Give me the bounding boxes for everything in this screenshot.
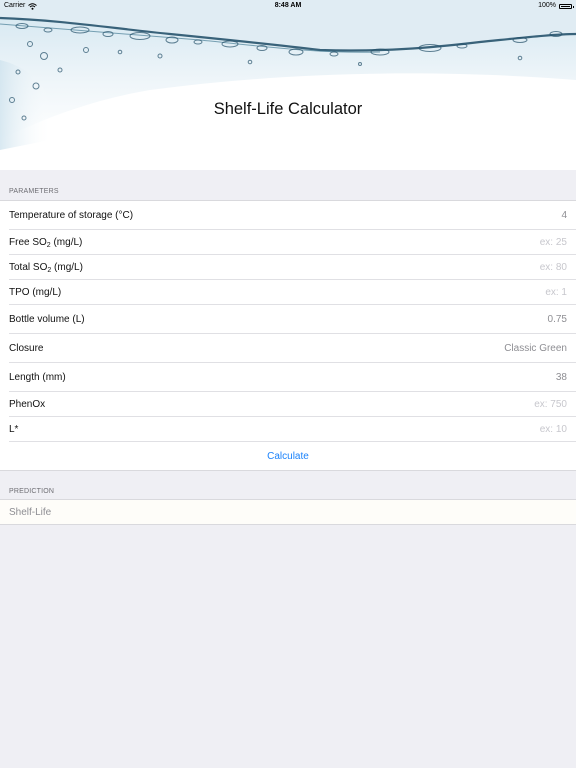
temperature-input[interactable] <box>447 210 567 221</box>
row-l-star[interactable]: L* <box>0 417 576 442</box>
row-shelf-life: Shelf-Life <box>0 500 576 524</box>
prediction-table: Shelf-Life <box>0 499 576 525</box>
shelf-life-label: Shelf-Life <box>9 506 52 518</box>
row-closure[interactable]: Closure Classic Green <box>0 334 576 363</box>
page-title: Shelf-Life Calculator <box>213 100 363 118</box>
parameters-section-header: PARAMETERS <box>9 188 59 195</box>
row-tpo[interactable]: TPO (mg/L) <box>0 280 576 305</box>
bottle-volume-label: Bottle volume (L) <box>9 314 85 325</box>
free-so2-label-unit: (mg/L) <box>50 237 83 248</box>
temperature-label: Temperature of storage (°C) <box>9 210 134 221</box>
header-banner: Shelf-Life Calculator <box>0 0 576 170</box>
bottle-volume-input[interactable] <box>447 314 567 325</box>
row-calculate[interactable]: Calculate <box>0 442 576 470</box>
battery-percent: 100% <box>538 2 556 9</box>
battery-icon <box>559 3 574 9</box>
water-splash-image <box>0 0 576 150</box>
row-total-so2[interactable]: Total SO2 (mg/L) <box>0 255 576 280</box>
tpo-input[interactable] <box>447 287 567 298</box>
length-input[interactable] <box>447 372 567 383</box>
free-so2-label: Free SO2 (mg/L) <box>9 237 83 249</box>
status-bar: Carrier 8:48 AM 100% <box>0 0 576 12</box>
closure-label: Closure <box>9 343 44 354</box>
calculate-button[interactable]: Calculate <box>267 451 309 462</box>
closure-value[interactable]: Classic Green <box>504 343 567 354</box>
row-free-so2[interactable]: Free SO2 (mg/L) <box>0 230 576 255</box>
l-star-label: L* <box>9 424 19 435</box>
free-so2-input[interactable] <box>447 237 567 248</box>
row-phenox[interactable]: PhenOx <box>0 392 576 417</box>
total-so2-label-text: Total SO <box>9 262 48 273</box>
row-temperature[interactable]: Temperature of storage (°C) <box>0 201 576 230</box>
row-bottle-volume[interactable]: Bottle volume (L) <box>0 305 576 334</box>
phenox-input[interactable] <box>447 399 567 410</box>
length-label: Length (mm) <box>9 372 66 383</box>
l-star-input[interactable] <box>447 424 567 435</box>
free-so2-label-text: Free SO <box>9 237 47 248</box>
prediction-section-header: PREDICTION <box>9 488 55 495</box>
total-so2-input[interactable] <box>447 262 567 273</box>
phenox-label: PhenOx <box>9 399 46 410</box>
tpo-label: TPO (mg/L) <box>9 287 62 298</box>
total-so2-label-unit: (mg/L) <box>51 262 83 273</box>
total-so2-label: Total SO2 (mg/L) <box>9 262 83 274</box>
battery-level <box>561 5 570 7</box>
status-time: 8:48 AM <box>274 2 302 9</box>
parameters-table: Temperature of storage (°C) Free SO2 (mg… <box>0 200 576 471</box>
row-length[interactable]: Length (mm) <box>0 363 576 392</box>
